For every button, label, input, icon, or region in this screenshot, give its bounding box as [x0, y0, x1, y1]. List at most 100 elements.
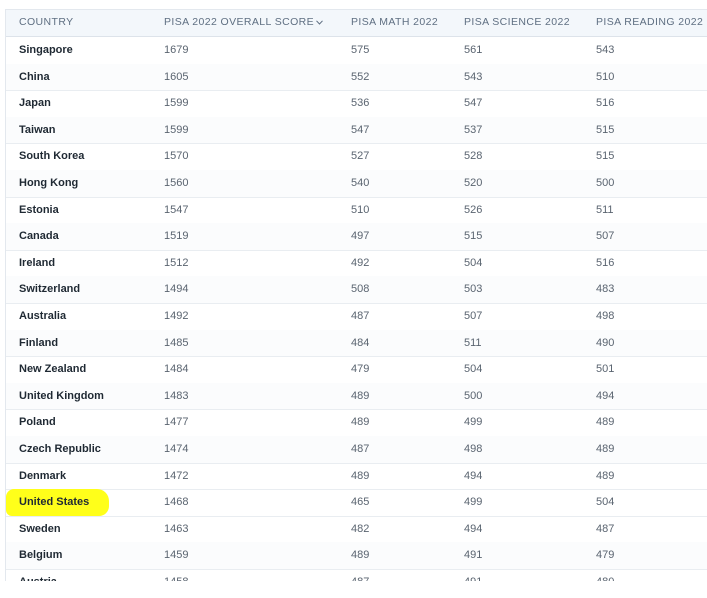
country-cell: Belgium: [19, 549, 63, 562]
table-row[interactable]: China 1605 552 543 510: [6, 63, 707, 92]
math-cell: 547: [351, 123, 370, 136]
table-row[interactable]: New Zealand 1484 479 504 501: [6, 356, 707, 384]
table-row[interactable]: Taiwan 1599 547 537 515: [6, 116, 707, 145]
math-cell: 465: [351, 496, 370, 509]
table-row[interactable]: United Kingdom 1483 489 500 494: [6, 382, 707, 411]
table-row[interactable]: Japan 1599 536 547 516: [6, 90, 707, 118]
overall-score-cell: 1463: [164, 522, 189, 535]
table-row[interactable]: United States 1468 465 499 504: [6, 489, 707, 517]
table-row[interactable]: Australia 1492 487 507 498: [6, 303, 707, 331]
science-cell: 528: [464, 150, 483, 163]
science-cell: 499: [464, 416, 483, 429]
overall-score-cell: 1484: [164, 363, 189, 376]
header-overall-score-label[interactable]: PISA 2022 OVERALL SCORE: [164, 16, 314, 28]
country-cell: Taiwan: [19, 123, 56, 136]
science-cell: 547: [464, 97, 483, 110]
table-row[interactable]: Estonia 1547 510 526 511: [6, 197, 707, 225]
country-cell: Hong Kong: [19, 177, 79, 189]
overall-score-cell: 1459: [164, 549, 189, 562]
overall-score-cell: 1512: [164, 256, 189, 269]
math-cell: 508: [351, 283, 370, 296]
overall-score-cell: 1485: [164, 336, 189, 349]
table-row[interactable]: Austria 1458 487 491 480: [6, 569, 707, 581]
reading-cell: 543: [596, 44, 615, 56]
table-row[interactable]: Canada 1519 497 515 507: [6, 223, 707, 251]
math-cell: 527: [351, 150, 370, 163]
overall-score-cell: 1474: [164, 443, 189, 455]
country-cell: Australia: [19, 310, 67, 322]
table-row[interactable]: Switzerland 1494 508 503 483: [6, 276, 707, 304]
math-cell: 487: [351, 569, 369, 581]
header-reading[interactable]: PISA READING 2022: [596, 10, 703, 36]
math-cell: 487: [351, 443, 370, 455]
math-cell: 484: [351, 336, 370, 349]
science-cell: 503: [464, 283, 483, 296]
reading-cell: 489: [596, 416, 615, 429]
country-cell: United States: [19, 496, 90, 509]
table-row[interactable]: South Korea 1570 527 528 515: [6, 143, 707, 171]
overall-score-cell: 1599: [164, 123, 189, 136]
reading-cell: 498: [596, 310, 615, 322]
overall-score-cell: 1560: [164, 177, 189, 189]
table-row[interactable]: Belgium 1459 489 491 479: [6, 542, 707, 570]
math-cell: 489: [351, 469, 370, 482]
table-row[interactable]: Singapore 1679 575 561 543: [6, 37, 707, 65]
table-row[interactable]: Czech Republic 1474 487 498 489: [6, 436, 707, 464]
math-cell: 482: [351, 522, 370, 535]
reading-cell: 500: [596, 177, 615, 189]
science-cell: 504: [464, 363, 483, 376]
table-row[interactable]: Poland 1477 489 499 489: [6, 409, 707, 437]
country-cell: Singapore: [19, 44, 73, 56]
math-cell: 575: [351, 44, 370, 56]
reading-cell: 479: [596, 549, 615, 562]
reading-cell: 515: [596, 150, 615, 163]
science-cell: 543: [464, 70, 483, 83]
overall-score-cell: 1679: [164, 44, 189, 56]
header-overall-score[interactable]: PISA 2022 OVERALL SCORE: [164, 10, 323, 36]
table-row[interactable]: Hong Kong 1560 540 520 500: [6, 170, 707, 198]
header-country[interactable]: COUNTRY: [19, 10, 74, 36]
country-cell: Estonia: [19, 203, 59, 216]
country-cell: Canada: [19, 230, 59, 243]
science-cell: 499: [464, 496, 483, 509]
math-cell: 479: [351, 363, 370, 376]
reading-cell: 501: [596, 363, 615, 376]
overall-score-cell: 1519: [164, 230, 189, 243]
science-cell: 498: [464, 443, 483, 455]
header-math[interactable]: PISA MATH 2022: [351, 10, 438, 36]
overall-score-cell: 1494: [164, 283, 189, 296]
country-cell: Denmark: [19, 469, 67, 482]
reading-cell: 516: [596, 97, 615, 110]
math-cell: 536: [351, 97, 370, 110]
math-cell: 489: [351, 549, 370, 562]
math-cell: 489: [351, 416, 370, 429]
reading-cell: 515: [596, 123, 615, 136]
country-cell: South Korea: [19, 150, 85, 163]
overall-score-cell: 1483: [164, 389, 189, 402]
country-cell: Poland: [19, 416, 56, 429]
reading-cell: 489: [596, 469, 615, 482]
reading-cell: 507: [596, 230, 615, 243]
science-cell: 511: [464, 336, 482, 349]
table-row[interactable]: Ireland 1512 492 504 516: [6, 250, 707, 278]
table-row[interactable]: Denmark 1472 489 494 489: [6, 463, 707, 491]
science-cell: 500: [464, 389, 483, 402]
chevron-down-icon[interactable]: [316, 10, 323, 34]
table-header: COUNTRY PISA 2022 OVERALL SCORE PISA MAT…: [6, 10, 707, 37]
reading-cell: 504: [596, 496, 615, 509]
reading-cell: 483: [596, 283, 615, 296]
country-cell: New Zealand: [19, 363, 87, 376]
overall-score-cell: 1468: [164, 496, 189, 509]
math-cell: 497: [351, 230, 370, 243]
reading-cell: 511: [596, 203, 614, 216]
science-cell: 494: [464, 469, 483, 482]
header-science[interactable]: PISA SCIENCE 2022: [464, 10, 570, 36]
science-cell: 537: [464, 123, 483, 136]
table-row[interactable]: Sweden 1463 482 494 487: [6, 516, 707, 544]
science-cell: 520: [464, 177, 483, 189]
science-cell: 504: [464, 256, 483, 269]
overall-score-cell: 1492: [164, 310, 189, 322]
country-cell: Finland: [19, 336, 59, 349]
overall-score-cell: 1458: [164, 569, 188, 581]
table-row[interactable]: Finland 1485 484 511 490: [6, 329, 707, 358]
